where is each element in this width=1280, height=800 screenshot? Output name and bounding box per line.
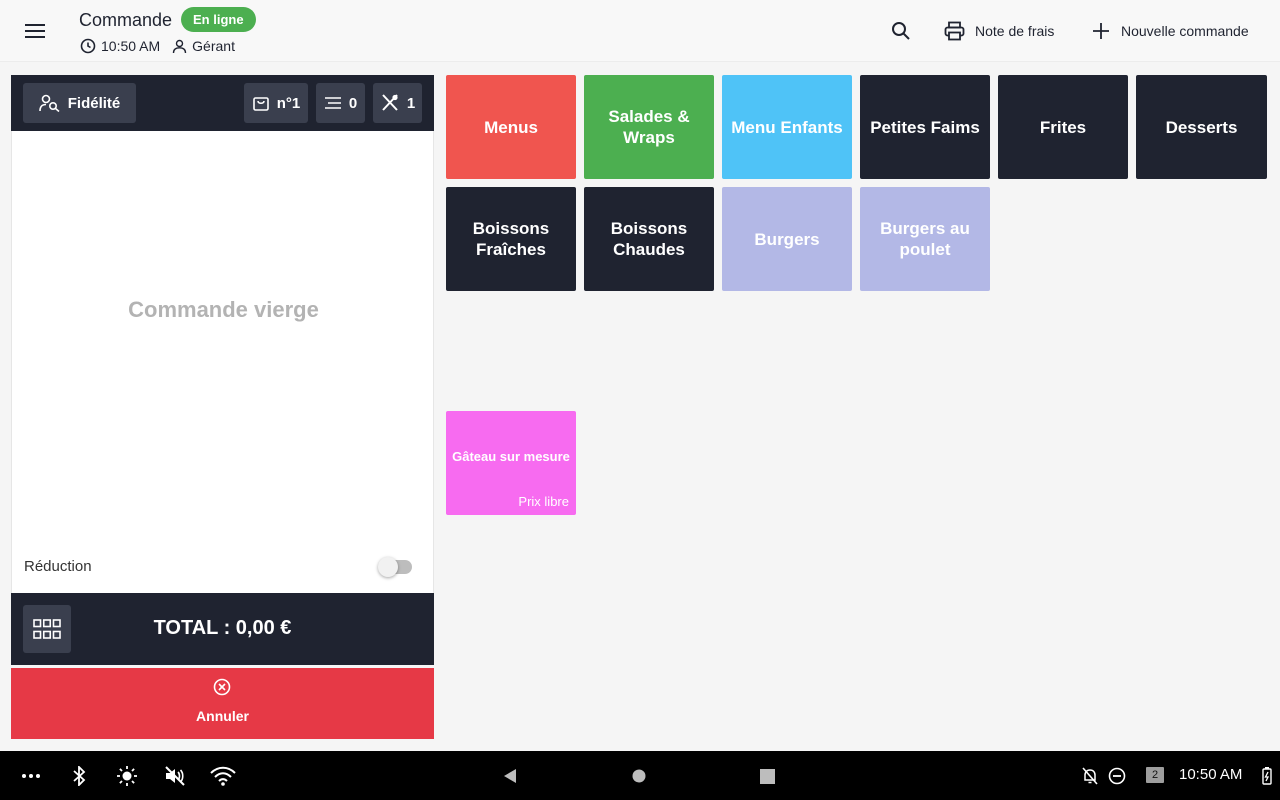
wifi-button[interactable] bbox=[210, 763, 236, 789]
printer-icon bbox=[944, 21, 965, 41]
new-order-button[interactable]: Nouvelle commande bbox=[1091, 18, 1249, 44]
hamburger-icon bbox=[25, 24, 45, 38]
do-not-disturb bbox=[1104, 763, 1130, 789]
category-tile-boissons-chaudes[interactable]: Boissons Chaudes bbox=[584, 187, 714, 291]
category-tile-burgers-poulet[interactable]: Burgers au poulet bbox=[860, 187, 990, 291]
order-number-button[interactable]: n°1 bbox=[244, 83, 308, 123]
category-tile-menu-enfants[interactable]: Menu Enfants bbox=[722, 75, 852, 179]
product-tile-gateau[interactable]: Gâteau sur mesure Prix libre bbox=[446, 411, 576, 515]
home-circle-icon bbox=[632, 769, 646, 783]
brightness-icon bbox=[117, 766, 137, 786]
battery-status bbox=[1254, 763, 1280, 789]
system-clock: 10:50 AM bbox=[1179, 766, 1243, 783]
bell-off-icon bbox=[1082, 767, 1098, 785]
battery-charging-icon bbox=[1262, 767, 1272, 785]
cancel-circle-icon bbox=[213, 678, 231, 696]
clock-icon bbox=[80, 38, 96, 54]
app-header: Commande En ligne 10:50 AM Gérant Note d… bbox=[0, 0, 1280, 62]
total-bar: TOTAL : 0,00 € bbox=[11, 593, 434, 665]
order-toolbar: Fidélité n°1 0 1 bbox=[11, 75, 434, 131]
sound-off-icon bbox=[165, 766, 185, 786]
notes-icon bbox=[324, 97, 341, 109]
order-meta: 10:50 AM Gérant bbox=[80, 38, 235, 54]
bluetooth-button[interactable] bbox=[66, 763, 92, 789]
covers-button[interactable]: 1 bbox=[373, 83, 422, 123]
empty-order-text: Commande vierge bbox=[128, 297, 319, 322]
product-name: Gâteau sur mesure bbox=[452, 449, 570, 464]
system-navigation-bar: 2 10:50 AM bbox=[0, 751, 1280, 800]
order-items-area: Commande vierge Réduction bbox=[11, 131, 434, 593]
order-time: 10:50 AM bbox=[101, 38, 161, 54]
pos-app: Commande En ligne 10:50 AM Gérant Note d… bbox=[0, 0, 1280, 800]
order-number: n°1 bbox=[276, 94, 301, 112]
dnd-icon bbox=[1108, 767, 1126, 785]
cutlery-icon bbox=[382, 94, 398, 111]
back-button[interactable] bbox=[497, 763, 523, 789]
page-title: Commande bbox=[79, 10, 173, 30]
recents-square-icon bbox=[759, 768, 775, 784]
expense-note-button[interactable]: Note de frais bbox=[944, 18, 1054, 44]
reduction-toggle[interactable] bbox=[378, 557, 412, 577]
expense-note-label: Note de frais bbox=[975, 23, 1055, 39]
toggle-knob bbox=[378, 557, 398, 577]
notification-count-badge: 2 bbox=[1146, 767, 1164, 783]
notes-button[interactable]: 0 bbox=[316, 83, 365, 123]
category-tile-boissons-fraiches[interactable]: Boissons Fraîches bbox=[446, 187, 576, 291]
recents-button[interactable] bbox=[754, 763, 780, 789]
category-tile-petites-faims[interactable]: Petites Faims bbox=[860, 75, 990, 179]
plus-icon bbox=[1093, 23, 1109, 39]
wifi-icon bbox=[210, 766, 236, 786]
bluetooth-icon bbox=[73, 766, 86, 786]
category-tile-frites[interactable]: Frites bbox=[998, 75, 1128, 179]
cancel-label: Annuler bbox=[196, 708, 249, 724]
reduction-label: Réduction bbox=[24, 558, 92, 575]
brightness-button[interactable] bbox=[114, 763, 140, 789]
loyalty-button[interactable]: Fidélité bbox=[23, 83, 136, 123]
loyalty-label: Fidélité bbox=[67, 94, 121, 112]
user-search-icon bbox=[38, 94, 60, 112]
order-panel: Fidélité n°1 0 1 Commande vierge Réducti… bbox=[11, 75, 434, 739]
search-icon bbox=[892, 22, 910, 40]
status-badge: En ligne bbox=[181, 7, 256, 32]
covers-count: 1 bbox=[406, 94, 416, 112]
user-info: Gérant bbox=[172, 38, 235, 54]
user-name: Gérant bbox=[192, 38, 235, 54]
bag-icon bbox=[252, 97, 269, 111]
hamburger-menu-button[interactable] bbox=[20, 17, 50, 45]
notes-count: 0 bbox=[348, 94, 358, 112]
search-button[interactable] bbox=[889, 19, 913, 43]
order-total: TOTAL : 0,00 € bbox=[153, 617, 292, 639]
category-tile-menus[interactable]: Menus bbox=[446, 75, 576, 179]
category-tile-desserts[interactable]: Desserts bbox=[1136, 75, 1267, 179]
more-button[interactable] bbox=[18, 763, 44, 789]
notifications-muted bbox=[1077, 763, 1103, 789]
user-icon bbox=[172, 39, 187, 53]
cancel-button[interactable]: Annuler bbox=[11, 668, 434, 739]
category-tile-salades-wraps[interactable]: Salades & Wraps bbox=[584, 75, 714, 179]
dots-icon bbox=[22, 774, 40, 778]
category-tile-burgers[interactable]: Burgers bbox=[722, 187, 852, 291]
product-price: Prix libre bbox=[518, 494, 569, 509]
new-order-label: Nouvelle commande bbox=[1121, 23, 1249, 39]
sound-button[interactable] bbox=[162, 763, 188, 789]
home-button[interactable] bbox=[626, 763, 652, 789]
back-triangle-icon bbox=[504, 769, 516, 783]
